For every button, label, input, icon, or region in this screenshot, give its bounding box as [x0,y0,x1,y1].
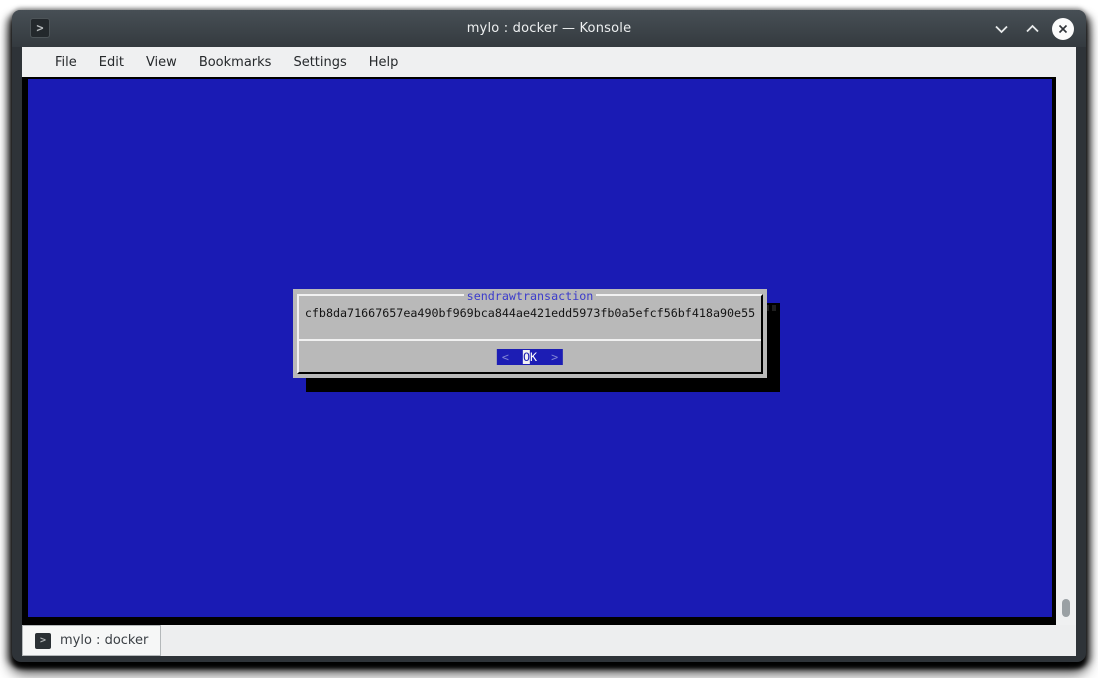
menu-view[interactable]: View [135,47,188,77]
menubar: File Edit View Bookmarks Settings Help [22,47,1076,77]
window-controls [990,10,1074,47]
terminal-pane[interactable]: sendrawtransaction cfb8da71667657ea490bf… [22,77,1056,625]
ok-bracket-left: < [502,350,509,364]
menu-help[interactable]: Help [358,47,410,77]
tab-bar: > mylo : docker [22,625,1076,656]
close-x-icon [1057,23,1069,35]
menu-bookmarks[interactable]: Bookmarks [188,47,283,77]
transaction-hash-text: cfb8da71667657ea490bf969bca844ae421edd59… [293,306,767,320]
menu-settings[interactable]: Settings [282,47,357,77]
ok-pad2 [537,350,551,364]
menu-file[interactable]: File [44,47,88,77]
maximize-button[interactable] [1021,18,1043,40]
ok-button[interactable]: < OK > [497,349,563,365]
scrollbar-track[interactable] [1056,77,1076,625]
ok-bracket-right: > [551,350,558,364]
menu-edit[interactable]: Edit [88,47,135,77]
scrollbar-thumb[interactable] [1062,599,1070,617]
tab-mylo-docker[interactable]: > mylo : docker [22,625,161,656]
minimize-button[interactable] [990,18,1012,40]
ok-pad1 [509,350,523,364]
tab-label: mylo : docker [60,633,148,648]
terminal-prompt-icon: > [35,633,51,649]
titlebar[interactable]: > mylo : docker — Konsole [12,10,1086,47]
konsole-app-icon[interactable]: > [30,18,50,38]
dialog-separator [299,339,761,341]
konsole-window: > mylo : docker — Konsole File Edit Vi [12,10,1086,662]
dialog-title: sendrawtransaction [293,288,767,303]
terminal-row: sendrawtransaction cfb8da71667657ea490bf… [22,77,1076,625]
sendrawtransaction-dialog: sendrawtransaction cfb8da71667657ea490bf… [293,289,767,378]
chevron-down-icon [994,24,1009,34]
chevron-up-icon [1025,24,1040,34]
close-button[interactable] [1052,18,1074,40]
window-title: mylo : docker — Konsole [12,21,1086,36]
